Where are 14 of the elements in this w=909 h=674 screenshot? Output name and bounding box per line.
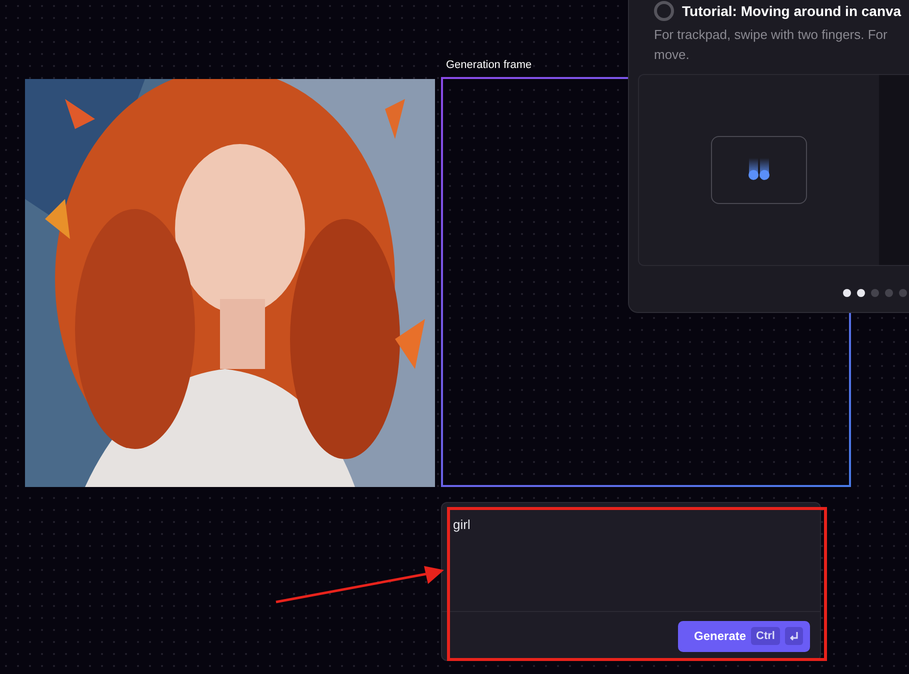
ctrl-key: Ctrl xyxy=(751,627,780,645)
page-dot[interactable] xyxy=(885,289,893,297)
page-dot[interactable] xyxy=(899,289,907,297)
trackpad-icon xyxy=(711,136,807,204)
page-dot[interactable] xyxy=(857,289,865,297)
enter-key-icon xyxy=(785,627,803,645)
generate-button[interactable]: Generate Ctrl xyxy=(678,620,810,652)
page-dot[interactable] xyxy=(843,289,851,297)
page-dot[interactable] xyxy=(871,289,879,297)
tutorial-description: For trackpad, swipe with two fingers. For move. xyxy=(654,26,888,64)
radio-icon xyxy=(654,1,674,21)
prompt-field[interactable]: girl xyxy=(441,502,821,611)
frame-label: Generation frame xyxy=(446,58,533,72)
tutorial-title: Tutorial: Moving around in canva xyxy=(682,3,902,19)
